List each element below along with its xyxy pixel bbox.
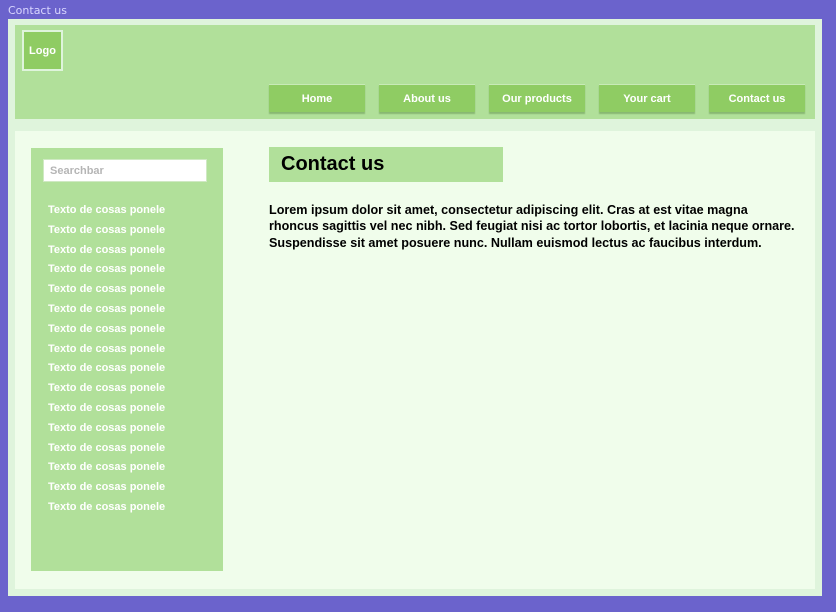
nav-about-us-button[interactable]: About us [379,84,475,112]
nav-home-button[interactable]: Home [269,84,365,112]
sidebar-item[interactable]: Texto de cosas ponele [48,340,165,360]
sidebar: Texto de cosas ponele Texto de cosas pon… [31,148,223,571]
sidebar-list: Texto de cosas ponele Texto de cosas pon… [48,201,165,518]
site-header: Logo Home About us Our products Your car… [15,25,815,119]
page: Logo Home About us Our products Your car… [8,19,822,596]
sidebar-item[interactable]: Texto de cosas ponele [48,280,165,300]
sidebar-item[interactable]: Texto de cosas ponele [48,379,165,399]
sidebar-item[interactable]: Texto de cosas ponele [48,399,165,419]
logo[interactable]: Logo [22,30,63,71]
sidebar-item[interactable]: Texto de cosas ponele [48,439,165,459]
nav-contact-us-button[interactable]: Contact us [709,84,805,112]
sidebar-item[interactable]: Texto de cosas ponele [48,478,165,498]
sidebar-item[interactable]: Texto de cosas ponele [48,458,165,478]
page-title-box: Contact us [269,147,503,182]
sidebar-item[interactable]: Texto de cosas ponele [48,241,165,261]
content-area: Texto de cosas ponele Texto de cosas pon… [15,131,815,589]
sidebar-item[interactable]: Texto de cosas ponele [48,260,165,280]
sidebar-item[interactable]: Texto de cosas ponele [48,419,165,439]
search-input[interactable] [43,159,207,182]
body-paragraph: Lorem ipsum dolor sit amet, consectetur … [269,203,795,250]
main-nav: Home About us Our products Your cart Con… [269,84,805,113]
sidebar-item[interactable]: Texto de cosas ponele [48,320,165,340]
sidebar-item[interactable]: Texto de cosas ponele [48,221,165,241]
sidebar-item[interactable]: Texto de cosas ponele [48,359,165,379]
sidebar-item[interactable]: Texto de cosas ponele [48,300,165,320]
nav-your-cart-button[interactable]: Your cart [599,84,695,112]
sidebar-item[interactable]: Texto de cosas ponele [48,498,165,518]
frame-title: Contact us [8,4,67,17]
nav-our-products-button[interactable]: Our products [489,84,585,112]
page-title: Contact us [281,153,385,175]
sidebar-item[interactable]: Texto de cosas ponele [48,201,165,221]
